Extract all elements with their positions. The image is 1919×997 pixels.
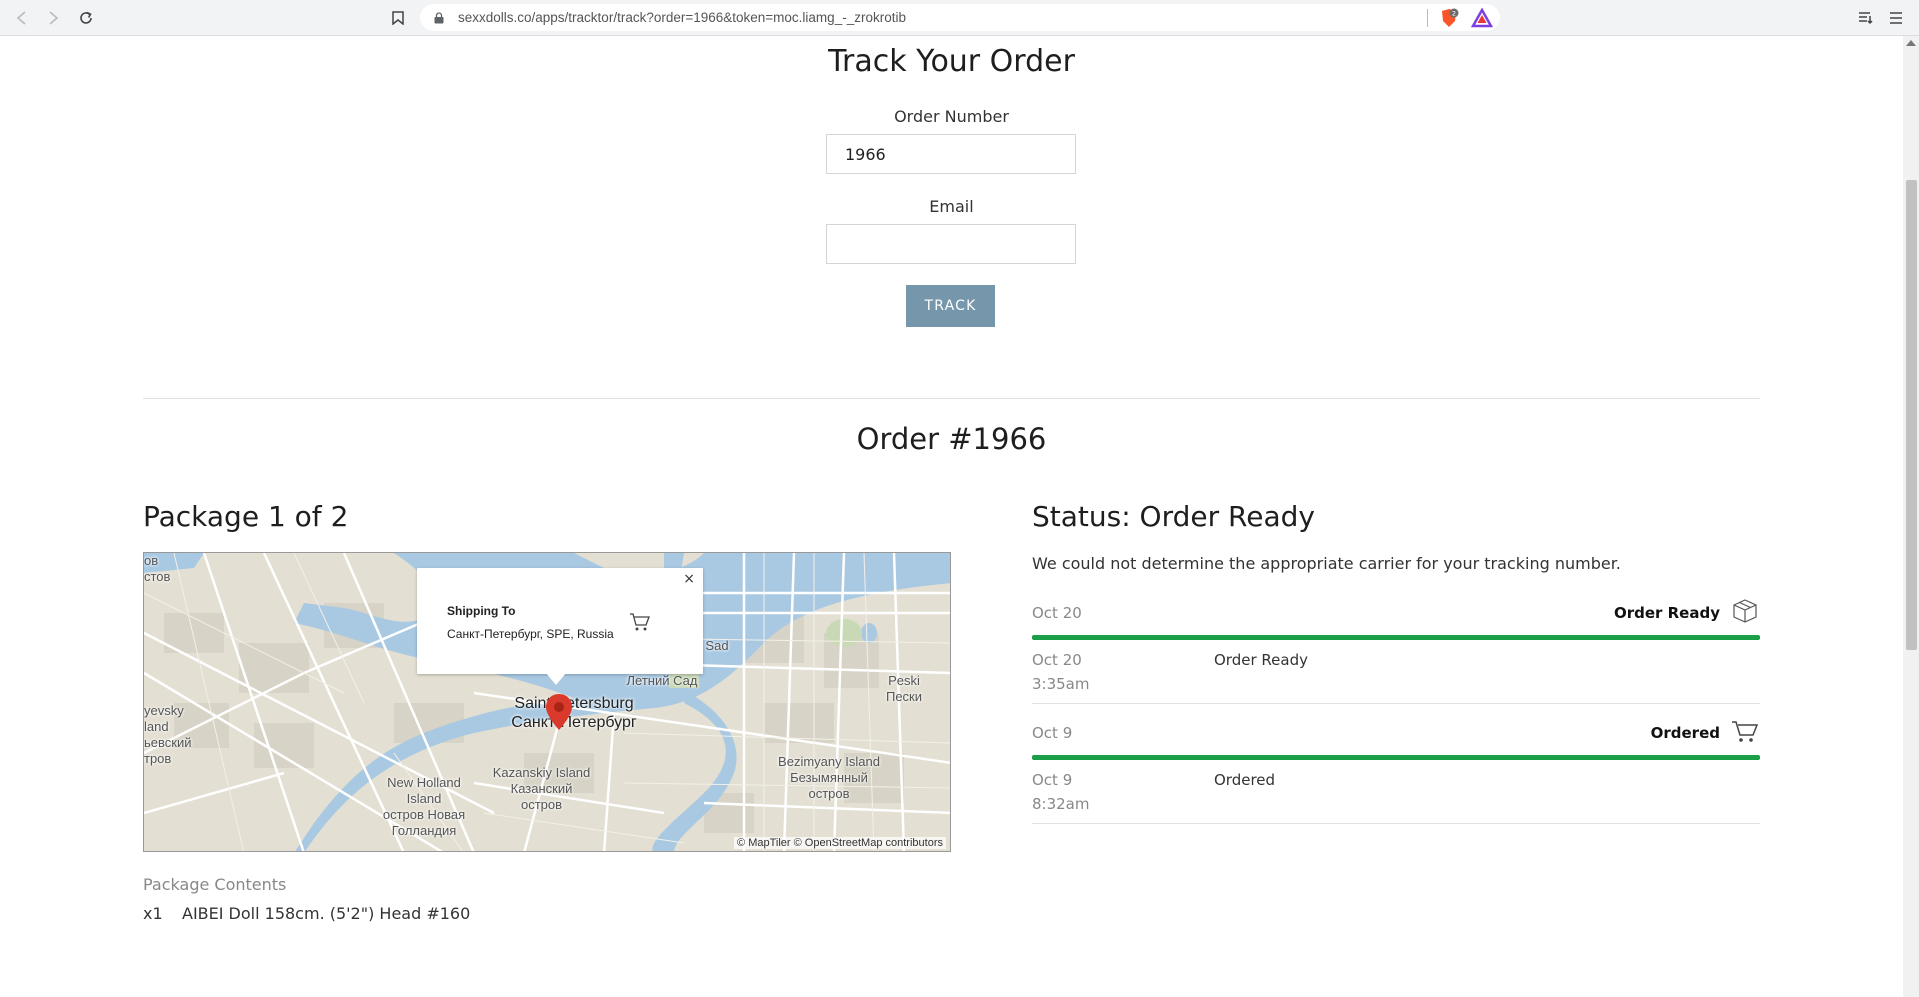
reading-list-icon[interactable] [1854, 6, 1878, 30]
event-divider [1032, 703, 1760, 704]
shopping-cart-icon [1732, 721, 1759, 742]
event-divider [1032, 823, 1760, 824]
status-group-label: Ordered [1650, 724, 1720, 742]
email-label: Email [929, 197, 974, 216]
package-box-icon [1733, 599, 1757, 623]
email-input[interactable] [826, 224, 1076, 264]
package-title: Package 1 of 2 [143, 500, 349, 533]
map-label-left-island: yevsky land ьевский тров [144, 703, 192, 766]
order-title: Order #1966 [856, 422, 1047, 456]
status-progress-bar [1032, 755, 1760, 760]
status-title: Status: Order Ready [1032, 500, 1315, 533]
status-group-date: Oct 9 [1032, 724, 1073, 742]
map-label-letny: Летний Сад [626, 673, 698, 688]
brave-shield-icon[interactable]: 2 [1438, 7, 1460, 29]
popup-pointer [546, 673, 566, 685]
event-time: 3:35am [1032, 675, 1090, 693]
status-group-date: Oct 20 [1032, 604, 1082, 622]
url-bar[interactable]: sexxdolls.co/apps/tracktor/track?order=1… [420, 4, 1500, 31]
map-label-city-en: Saint Petersburg [514, 695, 634, 712]
order-number-input[interactable] [826, 134, 1076, 174]
back-arrow-icon[interactable] [10, 6, 34, 30]
page-title: Track Your Order [828, 44, 1075, 79]
event-date: Oct 9 [1032, 771, 1073, 789]
track-button[interactable]: TRACK [906, 285, 995, 327]
popup-close-button[interactable]: × [683, 571, 695, 587]
scrollbar-thumb[interactable] [1906, 180, 1917, 650]
shopping-cart-icon [630, 613, 650, 631]
tracking-page: Track Your Order Order Number Email TRAC… [0, 36, 1903, 997]
popup-title: Shipping To [447, 604, 516, 618]
status-group: Oct 20 Order Ready Oct 20 3:35am Order R… [1032, 599, 1760, 744]
reload-icon[interactable] [74, 6, 98, 30]
map-label-kazansky: Kazanskiy Island Казанский остров [492, 765, 591, 812]
menu-icon[interactable] [1884, 6, 1908, 30]
shipping-map[interactable]: ов стов yevsky land ьевский тров Saint P… [143, 552, 951, 852]
scroll-up-arrow-icon[interactable] [1906, 40, 1916, 46]
order-number-label: Order Number [894, 107, 1009, 126]
status-group: Oct 9 Ordered Oct 9 8:32am Ordered [1032, 721, 1760, 864]
shipping-popup: × Shipping To Санкт-Петербург, SPE, Russ… [417, 568, 703, 674]
map-label-new-holland: New Holland Island остров Новая Голланди… [382, 775, 466, 838]
map-label-peski: Peski Пески [885, 673, 923, 704]
popup-address: Санкт-Петербург, SPE, Russia [447, 627, 614, 641]
package-contents-label: Package Contents [143, 875, 287, 894]
forward-arrow-icon[interactable] [41, 6, 65, 30]
bookmark-icon[interactable] [388, 7, 408, 29]
location-pin-icon[interactable] [545, 693, 573, 731]
map-label-top-left: ов стов [144, 553, 171, 584]
event-date: Oct 20 [1032, 651, 1082, 669]
url-text: sexxdolls.co/apps/tracktor/track?order=1… [458, 10, 906, 25]
item-quantity: x1 [143, 904, 163, 923]
event-description: Ordered [1214, 771, 1276, 789]
item-name: AIBEI Doll 158cm. (5'2") Head #160 [182, 904, 471, 923]
map-attribution[interactable]: © MapTiler © OpenStreetMap contributors [734, 837, 946, 849]
status-group-label: Order Ready [1613, 604, 1720, 622]
divider [1427, 9, 1428, 27]
status-progress-bar [1032, 635, 1760, 640]
browser-toolbar: sexxdolls.co/apps/tracktor/track?order=1… [0, 0, 1919, 36]
map-label-sad: Sad [705, 638, 729, 653]
brave-rewards-icon[interactable] [1470, 7, 1494, 29]
section-divider [143, 398, 1760, 399]
brave-badge-count: 2 [1452, 9, 1456, 17]
status-message: We could not determine the appropriate c… [1032, 554, 1621, 573]
map-label-bezimyany: Bezimyany Island Безымянный остров [778, 754, 880, 801]
event-description: Order Ready [1214, 651, 1308, 669]
lock-icon [434, 11, 448, 25]
event-time: 8:32am [1032, 795, 1090, 813]
map-label-city-ru: Санкт-Петербург [511, 714, 637, 731]
